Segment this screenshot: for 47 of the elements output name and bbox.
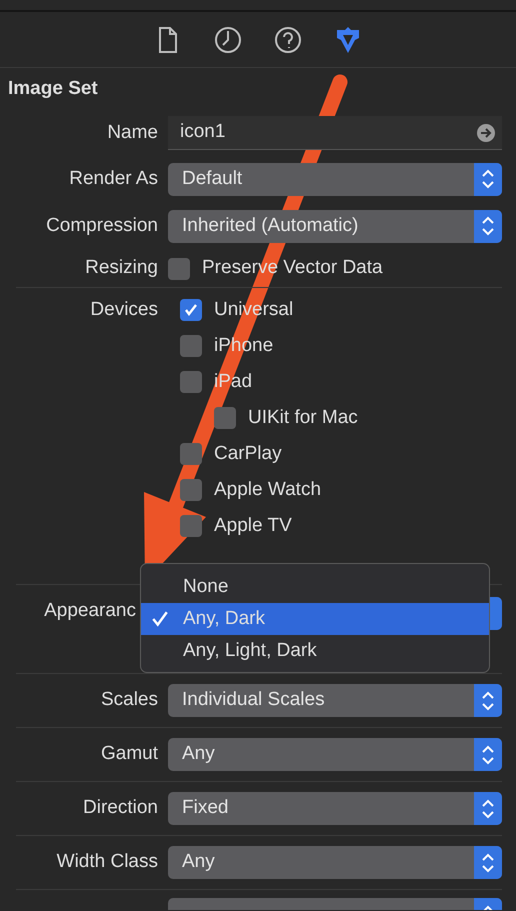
help-icon [274, 24, 302, 54]
field-label: Scales [100, 689, 158, 710]
inspector-tab[interactable] [274, 24, 302, 54]
checkbox[interactable] [180, 335, 202, 357]
select-button[interactable]: Fixed [168, 792, 502, 825]
menu-item[interactable]: Any, Light, Dark [141, 635, 489, 667]
field-label: Resizing [85, 257, 158, 278]
field-label: Width Class [56, 851, 158, 872]
checkbox[interactable] [180, 371, 202, 393]
clock-icon [214, 24, 242, 54]
section-title: Image Set [7, 77, 99, 101]
field-label: Direction [83, 797, 158, 818]
field-label: Compression [46, 214, 158, 236]
stepper-icon [481, 798, 495, 820]
checkbox-label: Apple Watch [214, 478, 322, 502]
checkmark-icon [151, 610, 169, 628]
select-button[interactable]: Inherited (Automatic) [168, 210, 502, 242]
checkbox-label: Apple TV [214, 514, 292, 538]
checkbox-label: CarPlay [214, 442, 282, 466]
stepper-icon [481, 744, 495, 766]
inspector-tab[interactable] [214, 24, 242, 54]
stepper-icon [481, 690, 495, 712]
menu-item[interactable]: Any, Dark [141, 603, 489, 635]
field-label: Appearanc [44, 600, 136, 621]
select-button[interactable]: Default [168, 162, 502, 196]
checkbox[interactable] [180, 479, 202, 501]
select-button[interactable]: Any [168, 738, 502, 771]
stepper-icon [481, 215, 495, 237]
checkmark-icon [183, 302, 199, 318]
shield-icon [334, 24, 362, 54]
checkbox[interactable] [168, 258, 190, 280]
checkbox-label: UIKit for Mac [248, 406, 358, 430]
select-button[interactable]: Individual Scales [168, 684, 502, 717]
inspector-tab[interactable] [334, 24, 362, 54]
checkbox[interactable] [214, 407, 236, 429]
field-label: Name [107, 122, 158, 143]
menu-item[interactable]: None [141, 571, 489, 603]
checkbox[interactable] [180, 299, 202, 321]
field-label: Render As [69, 168, 158, 189]
text-field[interactable]: icon1 [168, 116, 502, 150]
checkbox[interactable] [180, 515, 202, 537]
stepper-icon [481, 168, 495, 190]
select-button[interactable]: Any [168, 846, 502, 879]
field-label: Devices [90, 298, 158, 320]
field-label: Gamut [100, 743, 158, 764]
stepper-icon [481, 852, 495, 874]
checkbox[interactable] [180, 443, 202, 465]
